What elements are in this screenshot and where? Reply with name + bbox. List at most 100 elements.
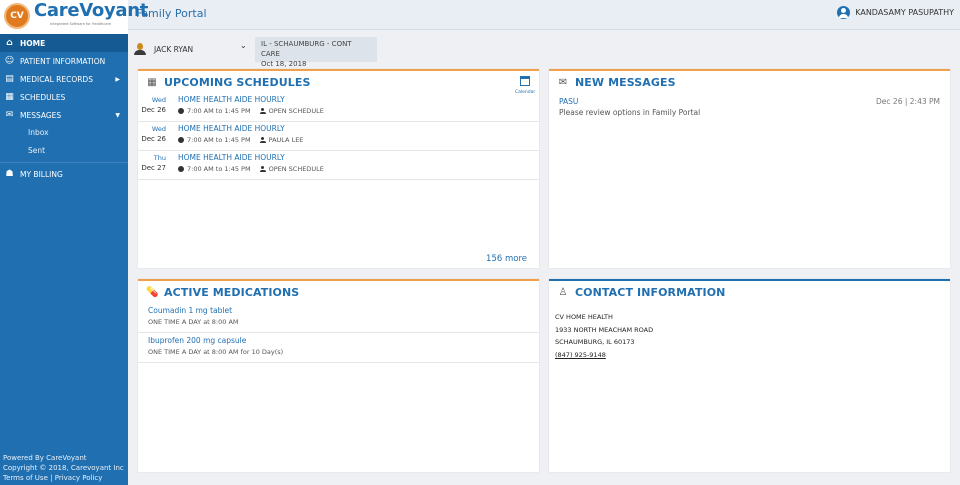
upcoming-schedules-panel: ▦ UPCOMING SCHEDULES Calendar Wed Dec 26…: [138, 69, 539, 268]
schedule-row[interactable]: Thu Dec 27 HOME HEALTH AIDE HOURLY 7:00 …: [138, 151, 539, 180]
schedule-staff: OPEN SCHEDULE: [268, 165, 324, 173]
calendar-icon: ▦: [5, 92, 14, 102]
sidebar-item-label: PATIENT INFORMATION: [20, 56, 106, 66]
sidebar-item-patient-information[interactable]: ☺ PATIENT INFORMATION: [0, 52, 128, 70]
schedule-service[interactable]: HOME HEALTH AIDE HOURLY: [178, 124, 285, 133]
contact-icon: ♙: [558, 286, 568, 298]
envelope-icon: ✉: [558, 76, 568, 88]
medication-row[interactable]: Ibuprofen 200 mg capsule ONE TIME A DAY …: [138, 333, 539, 363]
schedule-staff: OPEN SCHEDULE: [268, 107, 324, 115]
schedule-date: Dec 26: [141, 106, 166, 114]
sidebar-item-label: MY BILLING: [20, 169, 63, 179]
contact-phone-link[interactable]: (847) 925-9148: [555, 349, 944, 362]
panel-header: ✉ NEW MESSAGES: [549, 71, 950, 93]
privacy-link[interactable]: Privacy Policy: [55, 474, 103, 482]
patient-name: JACK RYAN: [154, 44, 194, 54]
sidebar-item-home[interactable]: ⌂ HOME: [0, 34, 128, 52]
panel-header: ♙ CONTACT INFORMATION: [549, 281, 950, 303]
medication-row[interactable]: Coumadin 1 mg tablet ONE TIME A DAY at 8…: [138, 303, 539, 333]
schedule-meta: 7:00 AM to 1:45 PM OPEN SCHEDULE: [178, 165, 324, 173]
sidebar-item-my-billing[interactable]: ☗ MY BILLING: [0, 165, 128, 183]
footer-separator: |: [50, 474, 53, 482]
panel-title: ACTIVE MEDICATIONS: [164, 285, 300, 299]
sidebar-item-label: MEDICAL RECORDS: [20, 74, 93, 84]
more-schedules-link[interactable]: 156 more: [486, 254, 527, 264]
sidebar-item-label: HOME: [20, 38, 46, 48]
clock-icon: [178, 137, 184, 143]
terms-link[interactable]: Terms of Use: [3, 474, 48, 482]
schedule-time: 7:00 AM to 1:45 PM: [187, 165, 251, 173]
schedule-row[interactable]: Wed Dec 26 HOME HEALTH AIDE HOURLY 7:00 …: [138, 93, 539, 122]
sidebar-item-messages[interactable]: ✉ MESSAGES ▼: [0, 106, 128, 124]
logo-text: CareVoyant: [34, 0, 149, 21]
contact-information-panel: ♙ CONTACT INFORMATION CV HOME HEALTH 193…: [549, 279, 950, 472]
schedule-meta: 7:00 AM to 1:45 PM OPEN SCHEDULE: [178, 107, 324, 115]
logo[interactable]: CV CareVoyant Integrated Software for He…: [0, 0, 148, 34]
chevron-down-icon: ▼: [115, 111, 120, 119]
clock-icon: [178, 166, 184, 172]
user-menu[interactable]: KANDASAMY PASUPATHY: [837, 6, 954, 19]
contact-details: CV HOME HEALTH 1933 NORTH MEACHAM ROAD S…: [549, 303, 950, 369]
location-name: IL - SCHAUMBURG - CONT CARE: [261, 40, 352, 58]
new-messages-panel: ✉ NEW MESSAGES PASU Dec 26 | 2:43 PM Ple…: [549, 69, 950, 268]
contact-street: 1933 NORTH MEACHAM ROAD: [555, 325, 654, 334]
medication-dose: ONE TIME A DAY at 8:00 AM for 10 Day(s): [148, 348, 284, 356]
calendar-icon: [520, 76, 530, 86]
sidebar-item-schedules[interactable]: ▦ SCHEDULES: [0, 88, 128, 106]
sidebar: ⌂ HOME ☺ PATIENT INFORMATION ▤ MEDICAL R…: [0, 34, 128, 485]
schedule-row[interactable]: Wed Dec 26 HOME HEALTH AIDE HOURLY 7:00 …: [138, 122, 539, 151]
user-name: KANDASAMY PASUPATHY: [855, 8, 954, 17]
panel-title: CONTACT INFORMATION: [575, 285, 726, 299]
person-icon: [259, 166, 266, 172]
envelope-icon: ✉: [5, 110, 14, 120]
schedule-day: Wed: [151, 96, 166, 104]
schedule-day: Thu: [153, 154, 166, 162]
pill-icon: 💊: [146, 286, 159, 298]
patient-avatar-icon: [134, 43, 146, 55]
schedule-service[interactable]: HOME HEALTH AIDE HOURLY: [178, 153, 285, 162]
sidebar-footer: Powered By CareVoyant Copyright © 2018, …: [3, 453, 124, 483]
schedule-time: 7:00 AM to 1:45 PM: [187, 107, 251, 115]
location-date: Oct 18, 2018: [261, 60, 307, 68]
message-item[interactable]: PASU Dec 26 | 2:43 PM Please review opti…: [549, 93, 950, 117]
active-medications-panel: 💊 ACTIVE MEDICATIONS Coumadin 1 mg table…: [138, 279, 539, 472]
panel-header: 💊 ACTIVE MEDICATIONS: [138, 281, 539, 303]
medication-name[interactable]: Coumadin 1 mg tablet: [148, 306, 529, 315]
patient-icon: ☺: [4, 56, 15, 66]
message-body: Please review options in Family Portal: [559, 108, 701, 117]
logo-tagline: Integrated Software for Healthcare: [50, 22, 111, 26]
medication-name[interactable]: Ibuprofen 200 mg capsule: [148, 336, 529, 345]
schedule-meta: 7:00 AM to 1:45 PM PAULA LEE: [178, 136, 303, 144]
schedule-date: Dec 26: [141, 135, 166, 143]
sidebar-item-label: SCHEDULES: [20, 92, 66, 102]
sidebar-item-inbox[interactable]: Inbox: [0, 124, 128, 142]
contact-city: SCHAUMBURG, IL 60173: [555, 338, 635, 346]
schedule-date: Dec 27: [141, 164, 166, 172]
person-icon: [259, 137, 266, 143]
billing-icon: ☗: [5, 169, 14, 179]
copyright: Copyright © 2018, Carevoyant Inc: [3, 464, 124, 472]
schedule-staff: PAULA LEE: [268, 136, 304, 144]
folder-icon: ▤: [5, 74, 14, 84]
message-date: Dec 26 | 2:43 PM: [876, 97, 940, 106]
sidebar-item-medical-records[interactable]: ▤ MEDICAL RECORDS ▶: [0, 70, 128, 88]
panel-title: UPCOMING SCHEDULES: [164, 75, 311, 89]
schedule-time: 7:00 AM to 1:45 PM: [187, 136, 251, 144]
patient-location: IL - SCHAUMBURG - CONT CARE Oct 18, 2018: [255, 37, 377, 68]
clock-icon: [178, 108, 184, 114]
person-icon: [259, 108, 266, 114]
user-circle-icon: [837, 6, 851, 19]
sidebar-item-label: MESSAGES: [20, 110, 62, 120]
schedule-day: Wed: [151, 125, 166, 133]
logo-badge: CV: [4, 3, 30, 29]
contact-org: CV HOME HEALTH: [555, 313, 613, 321]
medication-dose: ONE TIME A DAY at 8:00 AM: [148, 318, 239, 326]
schedule-service[interactable]: HOME HEALTH AIDE HOURLY: [178, 95, 285, 104]
sidebar-item-sent[interactable]: Sent: [0, 142, 128, 160]
panel-header: ▦ UPCOMING SCHEDULES: [138, 71, 539, 93]
chevron-right-icon: ▶: [115, 75, 120, 83]
patient-bar: JACK RYAN ⌄ IL - SCHAUMBURG - CONT CARE …: [128, 34, 960, 68]
panel-title: NEW MESSAGES: [575, 75, 676, 89]
chevron-down-icon: ⌄: [240, 41, 247, 50]
powered-by: Powered By CareVoyant: [3, 454, 87, 462]
